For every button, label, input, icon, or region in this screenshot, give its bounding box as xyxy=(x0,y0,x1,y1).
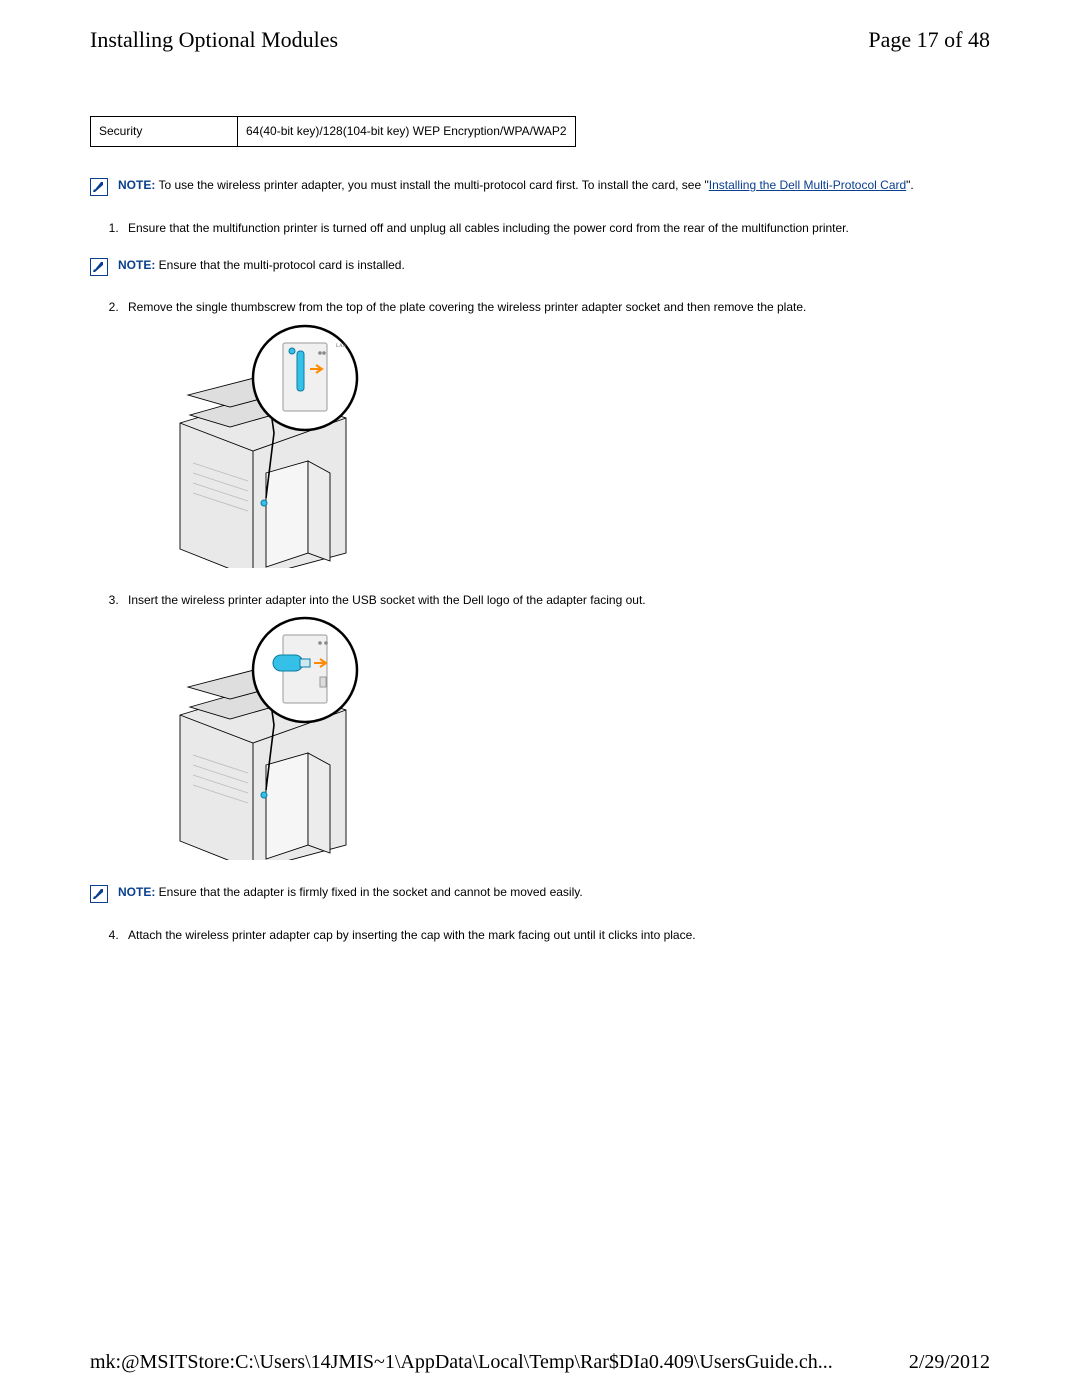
content-area: Security 64(40-bit key)/128(104-bit key)… xyxy=(90,116,990,944)
note-label: NOTE: xyxy=(118,178,155,192)
header-title: Installing Optional Modules xyxy=(90,24,338,56)
note-block: NOTE: Ensure that the adapter is firmly … xyxy=(90,884,990,908)
note-icon xyxy=(90,257,108,281)
note-text: NOTE: Ensure that the adapter is firmly … xyxy=(118,884,990,901)
note-icon xyxy=(90,884,108,908)
steps-list: Insert the wireless printer adapter into… xyxy=(106,592,990,860)
steps-list: Attach the wireless printer adapter cap … xyxy=(106,927,990,944)
install-card-link[interactable]: Installing the Dell Multi-Protocol Card xyxy=(709,178,906,192)
step-text: Insert the wireless printer adapter into… xyxy=(128,593,646,607)
steps-list: Ensure that the multifunction printer is… xyxy=(106,220,990,237)
note-body: Ensure that the adapter is firmly fixed … xyxy=(155,885,582,899)
list-item: Remove the single thumbscrew from the to… xyxy=(122,299,990,567)
note-block: NOTE: To use the wireless printer adapte… xyxy=(90,177,990,201)
page: Installing Optional Modules Page 17 of 4… xyxy=(0,0,1080,1397)
figure-insert-adapter xyxy=(148,615,378,860)
figure-remove-plate: LAN xyxy=(148,323,378,568)
note-body: Ensure that the multi-protocol card is i… xyxy=(155,258,404,272)
note-block: NOTE: Ensure that the multi-protocol car… xyxy=(90,257,990,281)
footer-date: 2/29/2012 xyxy=(909,1348,990,1377)
security-table: Security 64(40-bit key)/128(104-bit key)… xyxy=(90,116,576,147)
svg-text:LAN: LAN xyxy=(336,344,347,349)
page-footer: mk:@MSITStore:C:\Users\14JMIS~1\AppData\… xyxy=(90,1348,990,1377)
note-label: NOTE: xyxy=(118,258,155,272)
note-icon xyxy=(90,177,108,201)
security-cell-header: Security xyxy=(91,116,238,146)
note-body-post: ". xyxy=(906,178,914,192)
list-item: Ensure that the multifunction printer is… xyxy=(122,220,990,237)
page-header: Installing Optional Modules Page 17 of 4… xyxy=(90,24,990,56)
steps-list: Remove the single thumbscrew from the to… xyxy=(106,299,990,567)
page-indicator: Page 17 of 48 xyxy=(868,24,990,56)
step-text: Remove the single thumbscrew from the to… xyxy=(128,300,806,314)
list-item: Attach the wireless printer adapter cap … xyxy=(122,927,990,944)
note-body-pre: To use the wireless printer adapter, you… xyxy=(155,178,708,192)
footer-path: mk:@MSITStore:C:\Users\14JMIS~1\AppData\… xyxy=(90,1348,833,1377)
table-row: Security 64(40-bit key)/128(104-bit key)… xyxy=(91,116,576,146)
note-text: NOTE: To use the wireless printer adapte… xyxy=(118,177,990,194)
list-item: Insert the wireless printer adapter into… xyxy=(122,592,990,860)
note-text: NOTE: Ensure that the multi-protocol car… xyxy=(118,257,990,274)
security-cell-value: 64(40-bit key)/128(104-bit key) WEP Encr… xyxy=(238,116,576,146)
note-label: NOTE: xyxy=(118,885,155,899)
